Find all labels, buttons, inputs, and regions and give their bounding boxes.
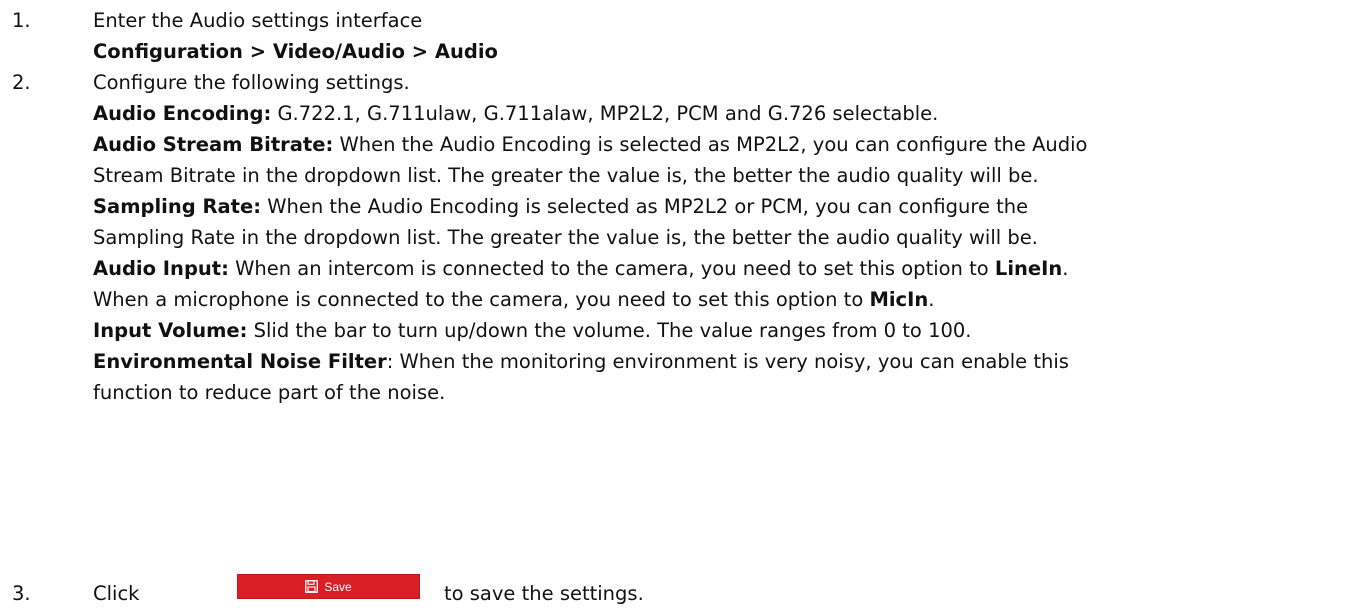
option-linein: LineIn [994, 257, 1063, 280]
setting-input-volume-term: Input Volume: [93, 319, 248, 342]
step-1-menu-path: Configuration > Video/Audio > Audio [93, 40, 498, 63]
option-micin: MicIn [869, 288, 929, 311]
step-2-body: Configure the following settings. Audio … [93, 67, 1353, 408]
setting-audio-stream-bitrate-term: Audio Stream Bitrate: [93, 133, 334, 156]
step-3-tail: to save the settings. [444, 582, 644, 605]
setting-audio-input-term: Audio Input: [93, 257, 229, 280]
setting-sampling-rate-desc-2: Sampling Rate in the dropdown list. The … [93, 226, 1038, 249]
setting-sampling-rate: Sampling Rate: When the Audio Encoding i… [93, 191, 1353, 222]
setting-audio-input-desc-1: When an intercom is connected to the cam… [228, 257, 995, 280]
step-2-intro: Configure the following settings. [93, 71, 410, 94]
setting-audio-input-period-1: . [1062, 257, 1069, 280]
setting-audio-encoding: Audio Encoding: G.722.1, G.711ulaw, G.71… [93, 98, 1353, 129]
step-1-text: Enter the Audio settings interface [93, 9, 423, 32]
step-3-number: 3. [12, 582, 31, 605]
document-page: 1. Enter the Audio settings interface Co… [0, 0, 1357, 612]
setting-input-volume-desc: Slid the bar to turn up/down the volume.… [247, 319, 972, 342]
setting-noise-filter-desc-2: function to reduce part of the noise. [93, 381, 446, 404]
setting-input-volume: Input Volume: Slid the bar to turn up/do… [93, 315, 1353, 346]
setting-audio-input-desc-2: When a microphone is connected to the ca… [93, 288, 870, 311]
save-icon [305, 580, 319, 593]
setting-noise-filter: Environmental Noise Filter: When the mon… [93, 346, 1353, 377]
setting-audio-encoding-term: Audio Encoding: [93, 102, 272, 125]
save-button-label: Save [324, 579, 352, 594]
setting-audio-stream-bitrate-desc-1: When the Audio Encoding is selected as M… [333, 133, 1088, 156]
setting-audio-stream-bitrate-desc-2: Stream Bitrate in the dropdown list. The… [93, 164, 1039, 187]
step-1-number: 1. [12, 9, 31, 32]
setting-audio-input-line-2: When a microphone is connected to the ca… [93, 284, 1353, 315]
step-3: 3. Click Save to save the settings. [0, 571, 1357, 612]
setting-audio-stream-bitrate: Audio Stream Bitrate: When the Audio Enc… [93, 129, 1353, 160]
step-2: 2. Configure the following settings. Aud… [0, 67, 1357, 537]
setting-audio-encoding-desc: G.722.1, G.711ulaw, G.711alaw, MP2L2, PC… [271, 102, 939, 125]
save-button[interactable]: Save [237, 574, 420, 599]
setting-sampling-rate-term: Sampling Rate: [93, 195, 261, 218]
setting-audio-input-period-2: . [928, 288, 935, 311]
step-2-number: 2. [12, 71, 31, 94]
setting-sampling-rate-desc-1: When the Audio Encoding is selected as M… [261, 195, 1029, 218]
setting-audio-input: Audio Input: When an intercom is connect… [93, 253, 1353, 284]
setting-noise-filter-term: Environmental Noise Filter [93, 350, 387, 373]
step-1-body: Enter the Audio settings interface Confi… [93, 5, 1353, 67]
setting-noise-filter-desc-1: : When the monitoring environment is ver… [386, 350, 1069, 373]
step-3-click-label: Click [93, 582, 140, 605]
step-1: 1. Enter the Audio settings interface Co… [0, 5, 1357, 67]
